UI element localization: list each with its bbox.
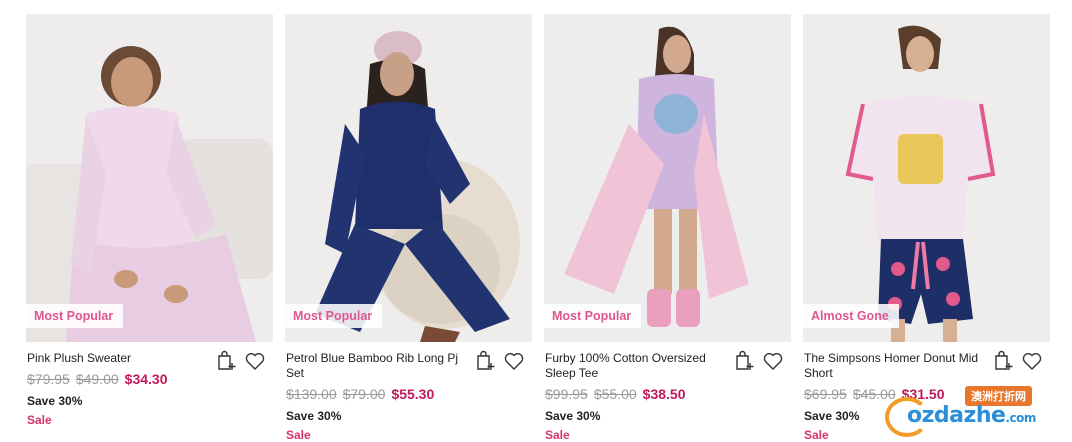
price-row: $79.95 $49.00 $34.30 [27, 370, 167, 388]
watermark-main: ozdazhe [907, 403, 1006, 428]
save-label: Save 30% [545, 409, 601, 423]
add-to-bag-icon[interactable] [474, 349, 498, 373]
product-actions [992, 349, 1044, 373]
original-price: $139.00 [286, 386, 337, 402]
current-price: $34.30 [124, 371, 168, 387]
wishlist-heart-icon[interactable] [1020, 349, 1044, 373]
add-to-bag-icon[interactable] [992, 349, 1016, 373]
original-price: $69.95 [804, 386, 847, 402]
product-badge: Most Popular [26, 304, 124, 328]
current-price: $38.50 [642, 386, 686, 402]
product-info: Pink Plush Sweater $79.95 $49.00 $34.30 S [26, 342, 273, 440]
save-label: Save 30% [286, 409, 342, 423]
wishlist-heart-icon[interactable] [243, 349, 267, 373]
product-title[interactable]: Pink Plush Sweater [27, 351, 212, 366]
product-card[interactable]: Most Popular Furby 100% Cotton Oversized… [544, 14, 791, 442]
previous-price: $79.00 [342, 386, 386, 402]
original-price: $99.95 [545, 386, 588, 402]
product-card[interactable]: Most Popular Pink Plush Sweater $79.95 $… [26, 14, 273, 440]
product-title[interactable]: Furby 100% Cotton Oversized Sleep Tee [545, 351, 730, 381]
wishlist-heart-icon[interactable] [502, 349, 526, 373]
price-row: $99.95 $55.00 $38.50 [545, 385, 685, 403]
site-watermark: 澳洲打折网 ozdazhe.com [885, 385, 1055, 437]
product-title[interactable]: Petrol Blue Bamboo Rib Long Pj Set [286, 351, 471, 381]
current-price: $55.30 [391, 386, 435, 402]
product-badge: Most Popular [285, 304, 383, 328]
product-actions [215, 349, 267, 373]
product-badge: Most Popular [544, 304, 642, 328]
watermark-suffix: .com [1005, 411, 1036, 425]
sale-tag: Sale [804, 428, 829, 442]
product-image[interactable]: Most Popular [544, 14, 791, 342]
product-card[interactable]: Almost Gone The Simpsons Homer Donut Mid… [803, 14, 1050, 442]
product-title[interactable]: The Simpsons Homer Donut Mid Short [804, 351, 989, 381]
product-badge: Almost Gone [803, 304, 899, 328]
product-image[interactable]: Most Popular [285, 14, 532, 342]
previous-price: $55.00 [593, 386, 637, 402]
wishlist-heart-icon[interactable] [761, 349, 785, 373]
original-price: $79.95 [27, 371, 70, 387]
price-row: $139.00 $79.00 $55.30 [286, 385, 434, 403]
sale-tag: Sale [545, 428, 570, 442]
sale-tag: Sale [286, 428, 311, 442]
product-card[interactable]: Most Popular Petrol Blue Bamboo Rib Long… [285, 14, 532, 442]
product-info: Petrol Blue Bamboo Rib Long Pj Set $139.… [285, 342, 532, 442]
add-to-bag-icon[interactable] [733, 349, 757, 373]
add-to-bag-icon[interactable] [215, 349, 239, 373]
sale-tag: Sale [27, 413, 52, 427]
watermark-logo-text: ozdazhe.com [907, 403, 1036, 428]
product-image[interactable]: Almost Gone [803, 14, 1050, 342]
product-actions [733, 349, 785, 373]
product-actions [474, 349, 526, 373]
product-image[interactable]: Most Popular [26, 14, 273, 342]
previous-price: $49.00 [75, 371, 119, 387]
product-info: Furby 100% Cotton Oversized Sleep Tee $9… [544, 342, 791, 442]
save-label: Save 30% [27, 394, 83, 408]
product-grid: Most Popular Pink Plush Sweater $79.95 $… [0, 0, 1072, 442]
save-label: Save 30% [804, 409, 860, 423]
